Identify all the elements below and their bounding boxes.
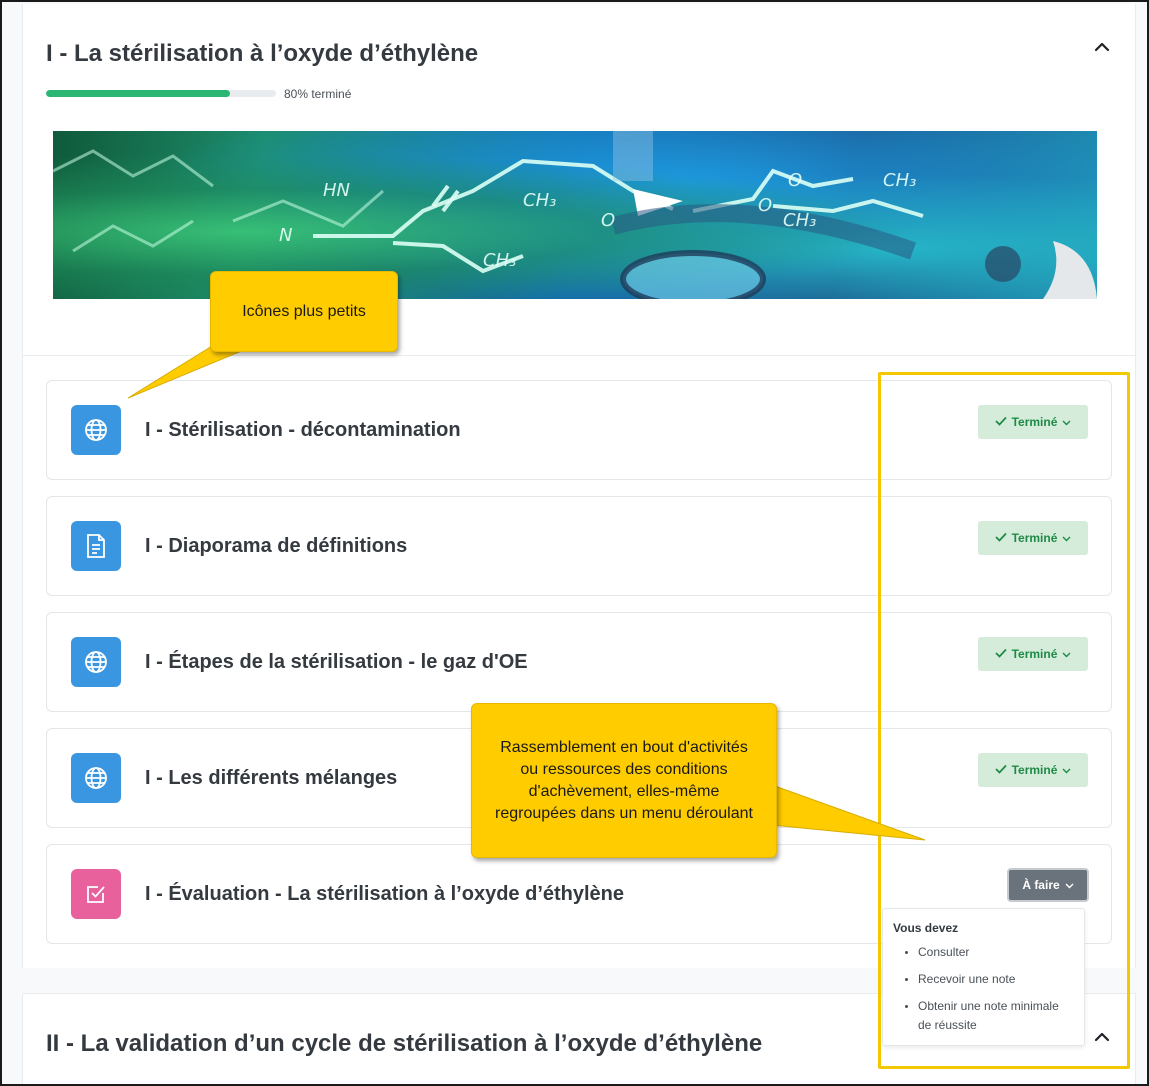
callout-pointers (127, 334, 926, 841)
annotation-callout-completion: Rassemblement en bout d'activités ou res… (471, 703, 777, 858)
callout-pointer-completion (771, 784, 926, 841)
callout-text: Icônes plus petits (242, 302, 366, 320)
callout-text: Rassemblement en bout d'activités ou res… (495, 738, 753, 822)
annotation-callout-icons: Icônes plus petits (210, 271, 398, 352)
